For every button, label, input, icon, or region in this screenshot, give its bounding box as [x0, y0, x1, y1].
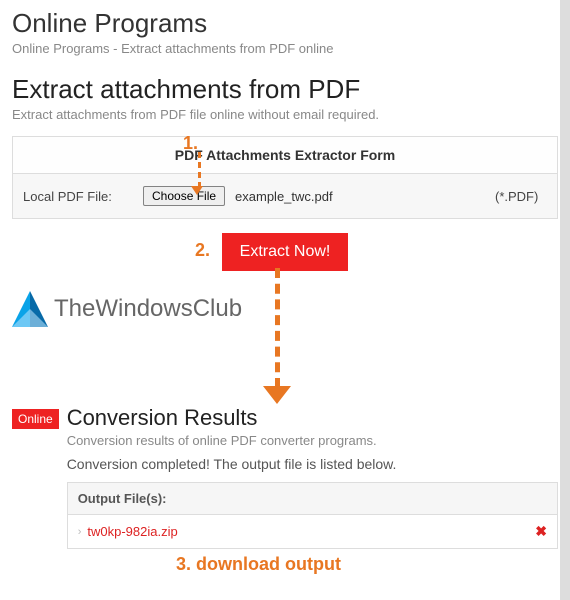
section-title: Extract attachments from PDF	[12, 74, 558, 105]
annotation-arrow1-head-icon	[191, 186, 203, 195]
file-label: Local PDF File:	[13, 189, 143, 204]
online-badge: Online	[12, 409, 59, 429]
output-file-link[interactable]: tw0kp-982ia.zip	[87, 524, 177, 539]
delete-icon[interactable]: ✖	[535, 523, 547, 540]
choose-file-button[interactable]: Choose File	[143, 186, 225, 206]
chevron-right-icon: ›	[78, 526, 82, 538]
output-row: › tw0kp-982ia.zip ✖	[68, 515, 557, 548]
output-header: Output File(s):	[68, 483, 557, 515]
annotation-arrow2-stem	[275, 268, 280, 388]
right-rail	[560, 0, 570, 600]
twc-logo-icon	[12, 291, 48, 327]
annotation-arrow1-stem	[198, 152, 201, 188]
file-ext-hint: (*.PDF)	[495, 189, 557, 204]
selected-filename: example_twc.pdf	[235, 189, 333, 204]
results-title: Conversion Results	[67, 405, 558, 431]
annotation-arrow2-head-icon	[263, 386, 291, 404]
results-subtitle: Conversion results of online PDF convert…	[67, 433, 558, 448]
output-panel: Output File(s): › tw0kp-982ia.zip ✖	[67, 482, 558, 549]
annotation-step3: 3. download output	[176, 554, 341, 575]
file-row: Local PDF File: Choose File example_twc.…	[13, 174, 557, 218]
results-status: Conversion completed! The output file is…	[67, 456, 558, 472]
page-subtitle: Online Programs - Extract attachments fr…	[12, 41, 558, 56]
section-subtitle: Extract attachments from PDF file online…	[12, 107, 558, 122]
extractor-form-panel: PDF Attachments Extractor Form Local PDF…	[12, 136, 558, 219]
watermark: TheWindowsClub	[12, 291, 558, 327]
extract-now-button[interactable]: Extract Now!	[222, 233, 349, 271]
watermark-text: TheWindowsClub	[54, 295, 242, 323]
page-title: Online Programs	[12, 8, 558, 39]
panel-title: PDF Attachments Extractor Form	[13, 137, 557, 174]
